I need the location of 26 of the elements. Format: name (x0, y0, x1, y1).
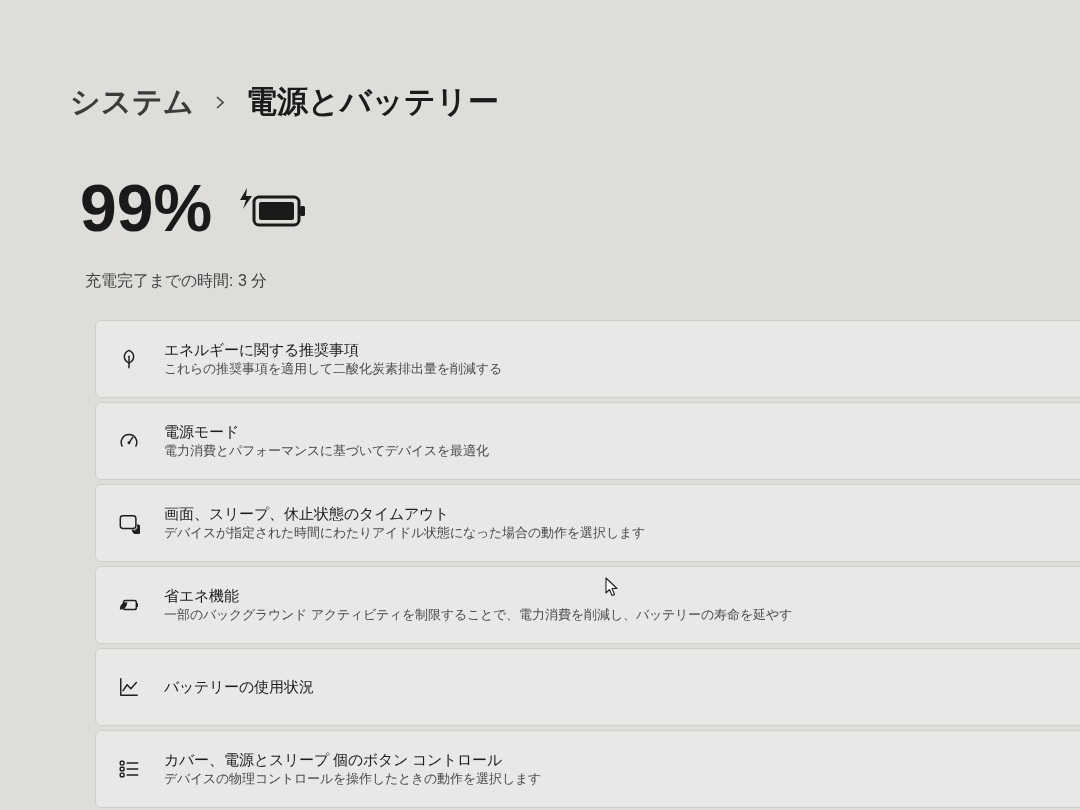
setting-title: バッテリーの使用状況 (164, 677, 314, 697)
charge-time-remaining: 充電完了までの時間: 3 分 (85, 271, 268, 291)
setting-description: デバイスが指定された時間にわたりアイドル状態になった場合の動作を選択します (164, 524, 645, 542)
setting-description: これらの推奨事項を適用して二酸化炭素排出量を削減する (164, 360, 502, 378)
settings-card[interactable]: 画面、スリープ、休止状態のタイムアウト デバイスが指定された時間にわたりアイドル状態になった場合の動作を選択します (95, 484, 1080, 562)
list-icon (118, 758, 140, 780)
settings-card[interactable]: 省エネ機能 一部のバックグラウンド アクティビティを制限することで、電力消費を削減し、バッテリーの寿命を延やす (95, 566, 1080, 644)
breadcrumb-link[interactable]: システム (70, 82, 194, 122)
battery-percentage: 99% (80, 172, 213, 244)
setting-title: エネルギーに関する推奨事項 (164, 340, 359, 360)
mouse-pointer-icon (605, 577, 618, 597)
settings-card[interactable]: エネルギーに関する推奨事項 これらの推奨事項を適用して二酸化炭素排出量を削減する (95, 320, 1080, 398)
setting-title: 画面、スリープ、休止状態のタイムアウト (164, 504, 449, 524)
setting-title: 省エネ機能 (164, 586, 239, 606)
settings-card[interactable]: バッテリーの使用状況 (95, 648, 1080, 726)
setting-description: 電力消費とパフォーマンスに基づいてデバイスを最適化 (164, 442, 489, 460)
setting-description: デバイスの物理コントロールを操作したときの動作を選択します (164, 770, 541, 788)
chevron-right-icon (216, 95, 224, 109)
setting-title: 電源モード (164, 422, 239, 442)
settings-card[interactable]: 電源モード 電力消費とパフォーマンスに基づいてデバイスを最適化 (95, 402, 1080, 480)
screen-moon-icon (118, 512, 140, 534)
setting-description: 一部のバックグラウンド アクティビティを制限することで、電力消費を削減し、バッテリーの寿命を延やす (164, 606, 792, 624)
setting-title: カバー、電源とスリープ 個のボタン コントロール (164, 750, 503, 770)
settings-card[interactable]: カバー、電源とスリープ 個のボタン コントロール デバイスの物理コントロールを操作したときの動作を選択します (95, 730, 1080, 808)
line-chart-icon (118, 676, 140, 698)
page-title: 電源とバッテリー (246, 83, 499, 121)
